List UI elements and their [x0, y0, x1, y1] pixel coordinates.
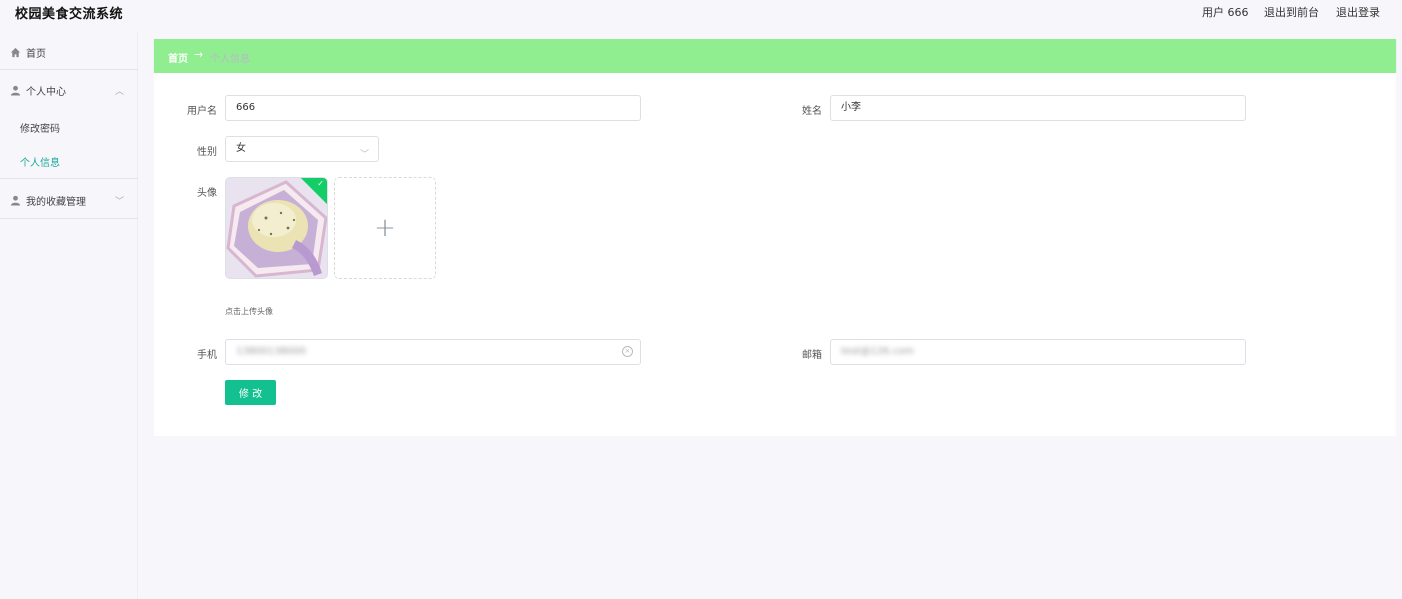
chevron-down-icon: ﹀	[115, 197, 125, 207]
sidebar-item-personal-center[interactable]: 个人中心 ︿	[0, 72, 138, 109]
avatar-upload-tip: 点击上传头像	[225, 307, 273, 316]
email-label: 邮箱	[802, 350, 822, 361]
top-bar: 校园美食交流系统 用户 666 退出到前台 退出登录	[0, 0, 1402, 24]
arrow-right-icon: →	[194, 48, 204, 61]
app-title: 校园美食交流系统	[15, 7, 124, 22]
sidebar-subitem-label: 修改密码	[20, 124, 60, 135]
submit-button[interactable]: 修 改	[225, 380, 276, 405]
email-value: test@126.com	[841, 346, 914, 357]
chevron-up-icon: ︿	[115, 87, 125, 97]
check-icon: ✓	[317, 179, 324, 188]
username-field[interactable]: 666	[225, 95, 641, 121]
logout-link[interactable]: 退出登录	[1336, 4, 1380, 20]
gender-label: 性别	[197, 147, 217, 158]
name-field[interactable]: 小李	[830, 95, 1246, 121]
sidebar-item-label: 个人中心	[26, 87, 66, 98]
food-photo	[226, 178, 327, 278]
name-label: 姓名	[802, 106, 822, 117]
home-icon	[9, 46, 21, 58]
avatar-label: 头像	[197, 188, 217, 199]
email-field[interactable]: test@126.com	[830, 339, 1246, 365]
sidebar-subitem-change-password[interactable]: 修改密码	[0, 110, 138, 144]
sidebar-divider	[0, 178, 138, 179]
sidebar: 首页 个人中心 ︿ 修改密码 个人信息 我的收藏管理 ﹀	[0, 32, 138, 599]
user-icon	[9, 85, 21, 97]
avatar-upload-button[interactable]: +	[334, 177, 436, 279]
sidebar-subitem-personal-info[interactable]: 个人信息	[0, 144, 138, 178]
clear-icon[interactable]: ×	[622, 346, 633, 357]
gender-selected-value: 女	[236, 143, 246, 154]
breadcrumb: 首页 → 个人信息	[154, 39, 1396, 73]
sidebar-item-label: 首页	[26, 48, 46, 60]
sidebar-divider	[0, 218, 138, 219]
chevron-down-icon: ﹀	[359, 150, 369, 160]
user-icon	[9, 195, 21, 207]
avatar-image[interactable]: ✓	[225, 177, 328, 279]
breadcrumb-home-link[interactable]: 首页	[168, 50, 188, 65]
plus-icon: +	[374, 213, 396, 243]
sidebar-item-favorites[interactable]: 我的收藏管理 ﹀	[0, 182, 138, 219]
back-to-front-link[interactable]: 退出到前台	[1264, 4, 1319, 20]
breadcrumb-current: 个人信息	[210, 54, 250, 65]
phone-field[interactable]: 13800138000 ×	[225, 339, 641, 365]
sidebar-item-home[interactable]: 首页	[0, 34, 138, 70]
sidebar-divider	[0, 69, 138, 70]
phone-value: 13800138000	[236, 346, 306, 357]
gender-select[interactable]: 女 ﹀	[225, 136, 379, 162]
current-user-label: 用户 666	[1202, 6, 1249, 19]
sidebar-subitem-label: 个人信息	[20, 158, 60, 169]
phone-label: 手机	[197, 350, 217, 361]
sidebar-item-label: 我的收藏管理	[26, 197, 86, 208]
username-label: 用户名	[187, 106, 217, 117]
